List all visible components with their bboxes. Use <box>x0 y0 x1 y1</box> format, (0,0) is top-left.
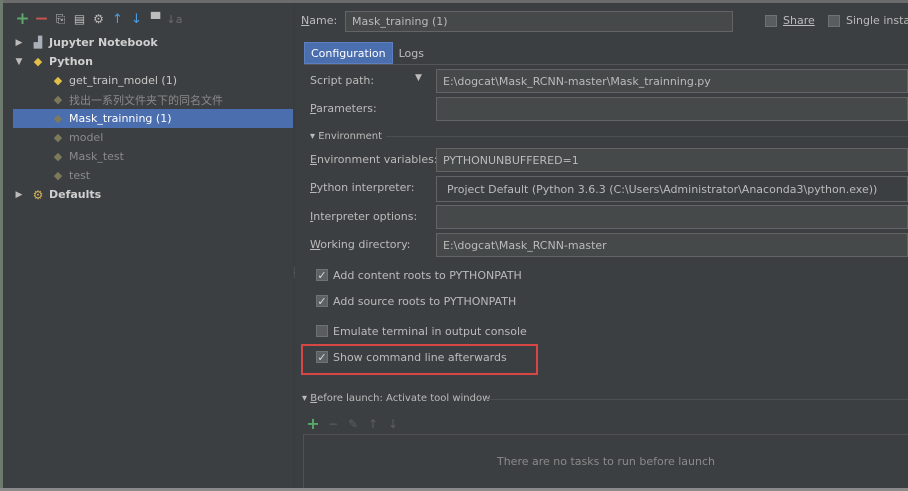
tree-item-mask-test[interactable]: ◆ Mask_test <box>3 147 293 166</box>
python-file-icon: ◆ <box>53 74 63 87</box>
environment-divider <box>386 136 908 137</box>
add-source-roots-checkbox[interactable]: ✓ <box>316 295 328 307</box>
tab-logs[interactable]: Logs <box>393 42 430 64</box>
add-content-roots-checkbox[interactable]: ✓ <box>316 269 328 281</box>
emulate-terminal-label: Emulate terminal in output console <box>333 325 527 338</box>
python-file-icon: ◆ <box>53 169 63 182</box>
edit-task-icon[interactable]: ✎ <box>346 417 360 431</box>
share-label: Share <box>783 14 815 27</box>
configurations-panel: + − ⎘ ▤ ⚙ ↑ ↓ ▀ ↓a ▶ ▟ Jupyter Notebook … <box>3 3 293 488</box>
working-directory-field[interactable]: E:\dogcat\Mask_RCNN-master <box>436 233 908 257</box>
script-path-label: Script path: <box>310 74 375 87</box>
tree-item-model[interactable]: ◆ model <box>3 128 293 147</box>
tree-item-label: 找出一系列文件夹下的同名文件 <box>69 93 223 107</box>
python-interpreter-select[interactable]: Project Default (Python 3.6.3 (C:\Users\… <box>436 176 908 202</box>
python-file-icon: ◆ <box>53 112 63 125</box>
expand-arrow-icon[interactable]: ▶ <box>13 38 25 48</box>
annotation-highlight-box <box>301 344 538 375</box>
tree-item-label: Mask_test <box>69 150 124 163</box>
defaults-wrench-icon: ⚙ <box>32 187 44 202</box>
before-launch-toolbar: + − ✎ ↑ ↓ <box>306 414 400 433</box>
environment-section[interactable]: ▾ Environment <box>310 131 382 142</box>
folder-icon[interactable]: ▀ <box>146 9 165 29</box>
emulate-terminal-checkbox[interactable] <box>316 325 328 337</box>
environment-label: Environment <box>318 131 383 142</box>
move-task-up-icon[interactable]: ↑ <box>366 417 380 431</box>
panel-splitter[interactable] <box>293 3 295 488</box>
edit-defaults-icon[interactable]: ⚙ <box>89 9 108 29</box>
config-tabs: Configuration Logs <box>304 42 430 64</box>
add-content-roots-label: Add content roots to PYTHONPATH <box>333 269 522 282</box>
env-vars-label: Environment variables: <box>310 153 438 166</box>
tree-item-get-train-model[interactable]: ◆ get_train_model (1) <box>3 71 293 90</box>
collapse-arrow-icon[interactable]: ▼ <box>13 57 25 67</box>
configurations-toolbar: + − ⎘ ▤ ⚙ ↑ ↓ ▀ ↓a <box>13 9 184 29</box>
interpreter-options-label: Interpreter options: <box>310 210 418 223</box>
single-instance-label: Single instan <box>846 14 908 27</box>
single-instance-checkbox[interactable] <box>828 15 840 27</box>
share-checkbox[interactable] <box>765 15 777 27</box>
move-up-icon[interactable]: ↑ <box>108 9 127 29</box>
parameters-field[interactable] <box>436 97 908 121</box>
save-icon[interactable]: ▤ <box>70 9 89 29</box>
interpreter-options-field[interactable] <box>436 205 908 229</box>
remove-icon[interactable]: − <box>32 9 51 29</box>
remove-task-icon[interactable]: − <box>326 417 340 431</box>
tree-node-label: Python <box>49 55 93 68</box>
python-file-icon: ◆ <box>53 150 63 163</box>
before-launch-section[interactable]: ▾ Before launch: Activate tool window <box>302 393 490 404</box>
python-icon: ◆ <box>33 55 43 68</box>
name-label: Name: <box>301 14 338 27</box>
tree-item-label: test <box>69 169 91 182</box>
parameters-label: Parameters: <box>310 102 377 115</box>
tree-item-test[interactable]: ◆ test <box>3 166 293 185</box>
tree-item-label: get_train_model (1) <box>69 74 177 87</box>
before-launch-task-list[interactable]: There are no tasks to run before launch <box>303 434 908 488</box>
tree-node-defaults[interactable]: ▶ ⚙ Defaults <box>3 185 293 204</box>
empty-tasks-text: There are no tasks to run before launch <box>496 455 716 468</box>
tabs-divider <box>304 64 908 65</box>
before-launch-divider <box>486 399 908 400</box>
move-task-down-icon[interactable]: ↓ <box>386 417 400 431</box>
tree-item-label: model <box>69 131 104 144</box>
name-field[interactable]: Mask_training (1) <box>345 11 733 32</box>
jupyter-icon: ▟ <box>33 36 43 49</box>
working-directory-label: Working directory: <box>310 238 411 251</box>
python-interpreter-label: Python interpreter: <box>310 181 415 194</box>
tree-node-label: Defaults <box>49 188 102 201</box>
add-source-roots-label: Add source roots to PYTHONPATH <box>333 295 517 308</box>
copy-icon[interactable]: ⎘ <box>51 9 70 29</box>
script-path-field[interactable]: E:\dogcat\Mask_RCNN-master\Mask_trainnin… <box>436 69 908 93</box>
expand-arrow-icon[interactable]: ▶ <box>13 190 25 200</box>
python-file-icon: ◆ <box>53 131 63 144</box>
tree-node-label: Jupyter Notebook <box>49 36 158 49</box>
script-path-dropdown-icon[interactable]: ▼ <box>415 73 422 83</box>
tree-node-python[interactable]: ▼ ◆ Python <box>3 52 293 71</box>
configuration-editor: Name: Mask_training (1) Share Single ins… <box>296 3 908 488</box>
env-vars-field[interactable]: PYTHONUNBUFFERED=1 <box>436 148 908 172</box>
tree-item-find-files[interactable]: ◆ 找出一系列文件夹下的同名文件 <box>3 90 293 109</box>
tree-item-mask-trainning[interactable]: ◆ Mask_trainning (1) <box>13 109 293 128</box>
move-down-icon[interactable]: ↓ <box>127 9 146 29</box>
run-configurations-dialog: + − ⎘ ▤ ⚙ ↑ ↓ ▀ ↓a ▶ ▟ Jupyter Notebook … <box>0 0 908 491</box>
add-task-icon[interactable]: + <box>306 414 320 433</box>
tab-configuration[interactable]: Configuration <box>304 42 393 64</box>
sort-icon[interactable]: ↓a <box>165 9 184 29</box>
add-icon[interactable]: + <box>13 9 32 29</box>
tree-item-label: Mask_trainning (1) <box>69 112 172 125</box>
python-file-icon: ◆ <box>53 93 63 106</box>
tree-node-jupyter[interactable]: ▶ ▟ Jupyter Notebook <box>3 33 293 52</box>
